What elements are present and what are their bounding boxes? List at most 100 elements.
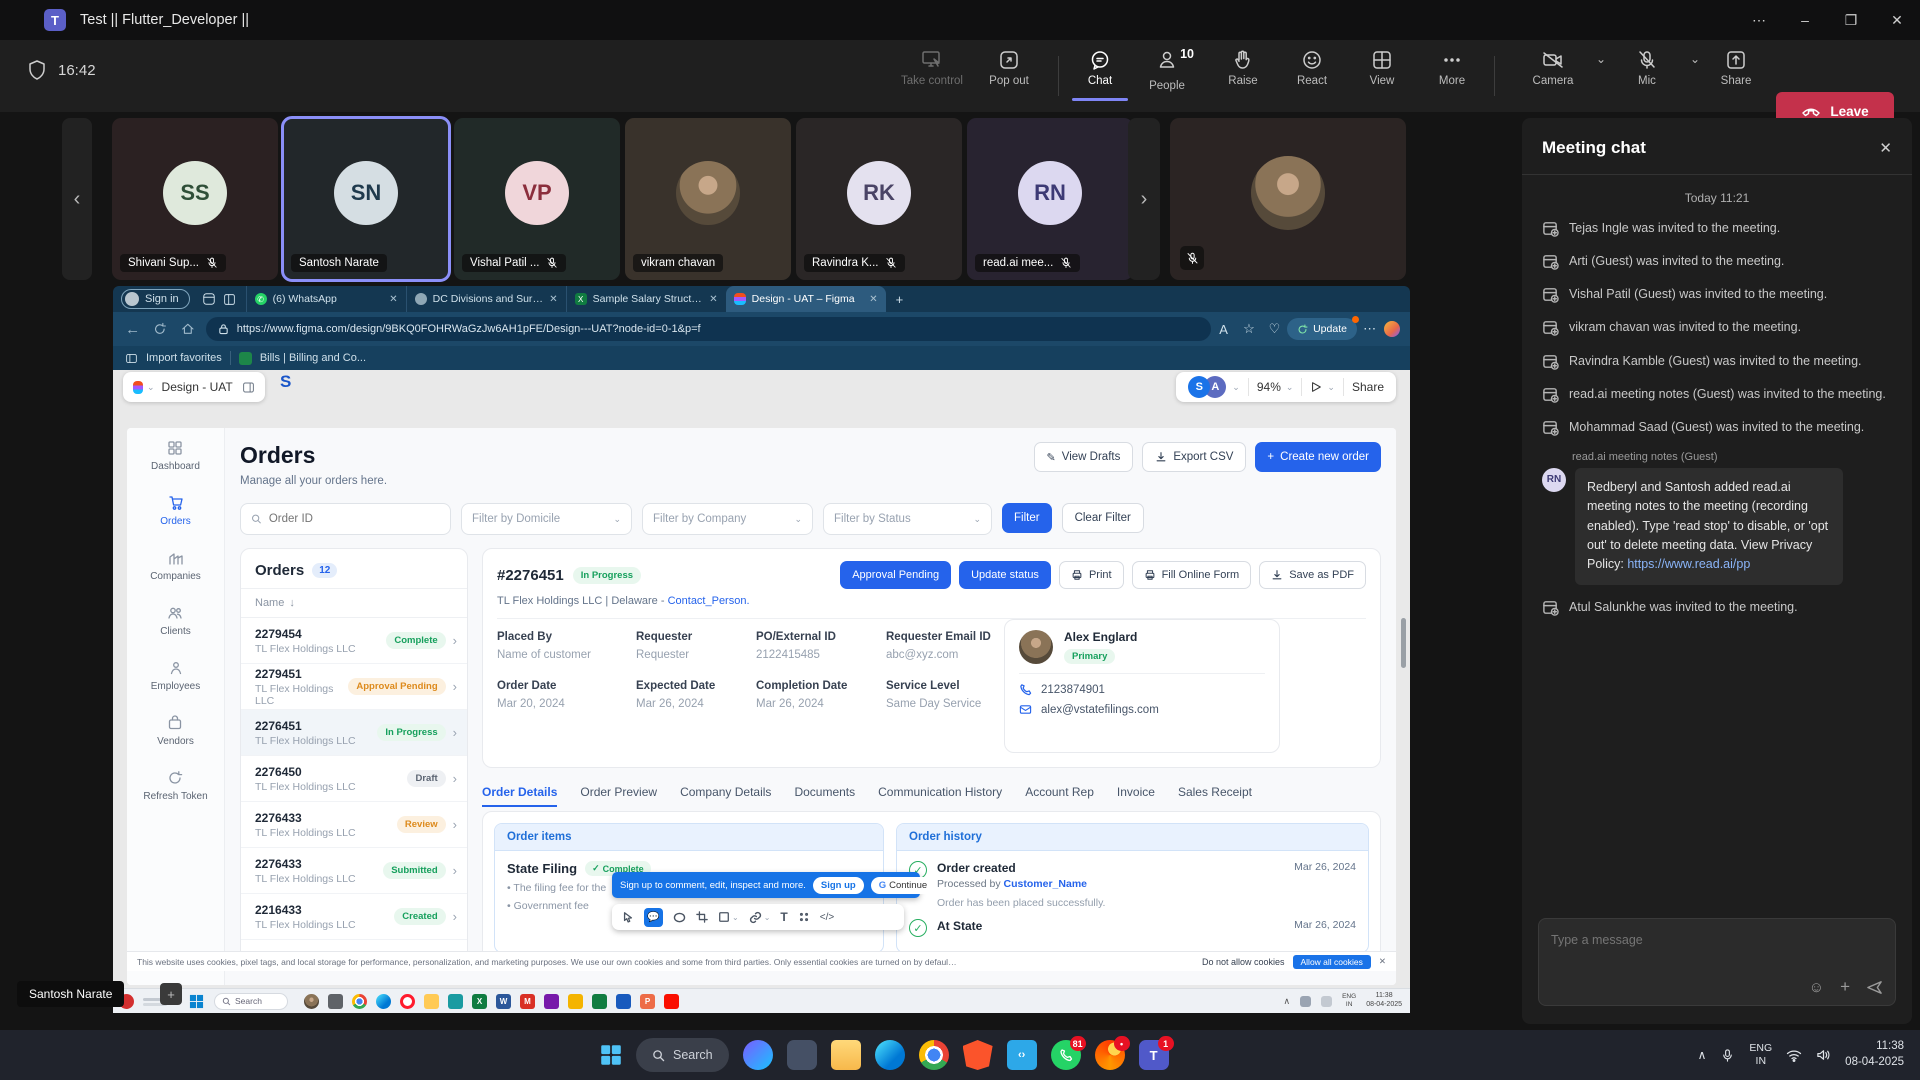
sidebar-item-companies[interactable]: Companies (150, 550, 201, 582)
sidebar-item-vendors[interactable]: Vendors (157, 715, 194, 747)
privacy-policy-link[interactable]: https://www.read.ai/pp (1627, 557, 1750, 571)
copilot-icon[interactable] (743, 1040, 773, 1070)
layout-panels-icon[interactable] (242, 381, 255, 394)
customer-link[interactable]: Customer_Name (1004, 878, 1087, 890)
present-icon[interactable] (1310, 381, 1322, 393)
minimize-icon[interactable]: – (1782, 0, 1828, 40)
tab-sales-receipt[interactable]: Sales Receipt (1178, 785, 1252, 807)
taskbar-search[interactable]: Search (636, 1038, 729, 1072)
stage-participant-tile[interactable] (1170, 118, 1406, 280)
tab-close-icon[interactable]: ✕ (869, 294, 877, 305)
volume-icon[interactable] (1816, 1048, 1831, 1062)
chevron-down-icon[interactable]: ⌄ (147, 382, 155, 393)
cookie-close-icon[interactable]: ✕ (1379, 956, 1386, 967)
order-row[interactable]: 2279451TL Flex Holdings LLCApproval Pend… (241, 664, 467, 710)
signup-button[interactable]: Sign up (813, 877, 864, 894)
tab-order-preview[interactable]: Order Preview (580, 785, 657, 807)
participant-tile[interactable]: RN read.ai mee... (967, 118, 1133, 280)
update-status-button[interactable]: Update status (959, 561, 1051, 589)
text-tool-icon[interactable]: T (780, 910, 787, 924)
gmail-icon[interactable]: M (520, 994, 535, 1009)
mic-dropdown-icon[interactable]: ⌄ (1690, 52, 1700, 66)
filter-domicile-select[interactable]: Filter by Domicile⌄ (461, 503, 632, 535)
filter-company-select[interactable]: Filter by Company⌄ (642, 503, 813, 535)
browser-tab[interactable]: DC Divisions and Surroundings✕ (406, 286, 566, 312)
excel-icon[interactable] (592, 994, 607, 1009)
app-icon[interactable] (328, 994, 343, 1009)
print-button[interactable]: Print (1059, 561, 1124, 589)
strip-scroll-right[interactable]: › (1128, 118, 1160, 280)
excel-icon[interactable]: X (472, 994, 487, 1009)
browser-tab-active[interactable]: Design - UAT – Figma✕ (726, 286, 886, 312)
send-icon[interactable] (1866, 979, 1883, 996)
collections-heart-icon[interactable]: ♡ (1262, 321, 1287, 337)
favorite-star-icon[interactable]: ☆ (1236, 321, 1261, 337)
clear-filter-button[interactable]: Clear Filter (1062, 503, 1144, 533)
comment-tool-icon[interactable]: 💬 (644, 908, 663, 927)
order-id-input[interactable] (269, 513, 440, 525)
vscode-icon[interactable]: ‹› (1007, 1040, 1037, 1070)
rect-tool-icon[interactable]: ⌄ (718, 911, 739, 923)
tray-chevron-icon[interactable]: ∧ (1698, 1048, 1707, 1062)
app-icon[interactable] (448, 994, 463, 1009)
emoji-icon[interactable]: ☺ (1809, 979, 1824, 996)
tab-close-icon[interactable]: ✕ (709, 294, 717, 305)
wifi-icon[interactable] (1786, 1049, 1802, 1062)
create-new-order-button[interactable]: +Create new order (1255, 442, 1381, 472)
app-icon[interactable] (544, 994, 559, 1009)
code-tool-icon[interactable]: </> (820, 912, 834, 923)
chevron-down-icon[interactable]: ⌄ (1286, 382, 1294, 393)
share-button[interactable]: Share (1706, 49, 1766, 87)
order-row-selected[interactable]: 2276451TL Flex Holdings LLCIn Progress› (241, 710, 467, 756)
components-tool-icon[interactable] (798, 911, 810, 923)
close-icon[interactable]: ✕ (1874, 0, 1920, 40)
language-indicator[interactable]: ENGIN (1749, 1042, 1772, 1067)
strip-scroll-left[interactable]: ‹ (62, 118, 92, 280)
browser-tab[interactable]: X Sample Salary Structure with calc✕ (566, 286, 726, 312)
zoom-level[interactable]: 94% (1257, 380, 1281, 394)
home-icon[interactable] (181, 322, 195, 336)
sort-arrow-icon[interactable]: ↓ (289, 597, 295, 609)
back-icon[interactable]: ← (119, 321, 146, 338)
sidebar-item-clients[interactable]: Clients (160, 605, 191, 637)
attach-plus-icon[interactable]: + (1840, 977, 1850, 997)
column-header[interactable]: Name (255, 597, 284, 609)
tab-company-details[interactable]: Company Details (680, 785, 771, 807)
view-button[interactable]: View (1354, 49, 1410, 87)
task-view-icon[interactable] (787, 1040, 817, 1070)
chrome-icon[interactable] (352, 994, 367, 1009)
whatsapp-icon[interactable]: 81 (1051, 1040, 1081, 1070)
powerpoint-icon[interactable]: P (640, 994, 655, 1009)
shared-language[interactable]: ENGIN (1342, 993, 1356, 1009)
teams-icon[interactable]: T1 (1139, 1040, 1169, 1070)
tab-order-details[interactable]: Order Details (482, 785, 557, 807)
folder-icon[interactable] (424, 994, 439, 1009)
chrome-icon[interactable] (919, 1040, 949, 1070)
browser-profile-avatar[interactable] (1384, 321, 1400, 337)
windows-start-button[interactable] (600, 1044, 622, 1066)
url-field[interactable]: https://www.figma.com/design/9BKQ0FOHRWa… (206, 317, 1211, 341)
tab-close-icon[interactable]: ✕ (389, 294, 397, 305)
order-row[interactable]: 2216433TL Flex Holdings LLCCreated› (241, 894, 467, 940)
tab-close-icon[interactable]: ✕ (549, 294, 557, 305)
workspaces-icon[interactable] (202, 292, 216, 306)
filter-button[interactable]: Filter (1002, 503, 1052, 533)
tab-invoice[interactable]: Invoice (1117, 785, 1155, 807)
save-as-pdf-button[interactable]: Save as PDF (1259, 561, 1366, 589)
participant-tile[interactable]: VP Vishal Patil ... (454, 118, 620, 280)
participant-tile-active-speaker[interactable]: SN Santosh Narate (283, 118, 449, 280)
contact-person-link[interactable]: Contact_Person. (668, 595, 750, 607)
windows-start-icon[interactable] (189, 994, 204, 1009)
mic-button[interactable]: Mic (1618, 49, 1676, 87)
allow-cookies-button[interactable]: Allow all cookies (1293, 955, 1371, 969)
tray-mic-icon[interactable] (1720, 1048, 1735, 1063)
user-app-icon[interactable] (304, 994, 319, 1009)
firefox-icon[interactable]: • (1095, 1040, 1125, 1070)
participant-tile[interactable]: RK Ravindra K... (796, 118, 962, 280)
edge-icon[interactable] (376, 994, 391, 1009)
tray-icon[interactable] (1321, 996, 1332, 1007)
brave-icon[interactable] (963, 1040, 993, 1070)
tray-icon[interactable] (1300, 996, 1311, 1007)
figma-share-button[interactable]: Share (1352, 380, 1384, 394)
chevron-down-icon[interactable]: ⌄ (1232, 382, 1240, 393)
